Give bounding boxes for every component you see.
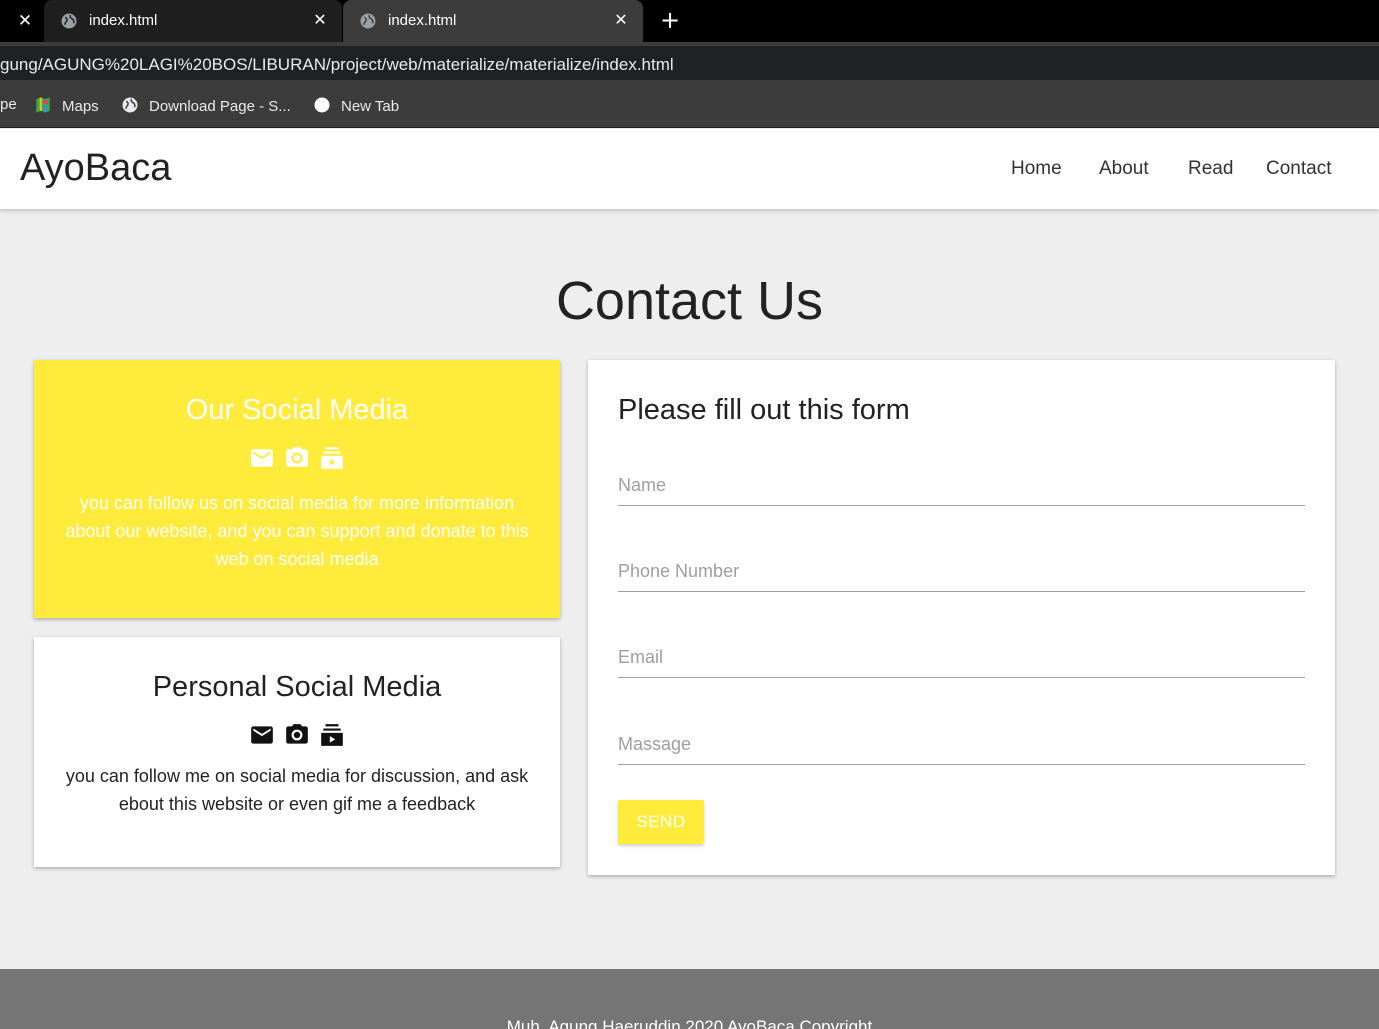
browser-tab[interactable]: index.html ✕ (44, 0, 342, 42)
name-field[interactable] (618, 466, 1305, 506)
url-text: gung/AGUNG%20LAGI%20BOS/LIBURAN/project/… (0, 55, 674, 74)
bookmark-item[interactable]: pe (0, 96, 17, 113)
card-title: Personal Social Media (152, 671, 442, 703)
globe-icon (360, 13, 376, 29)
nav-link-about[interactable]: About (1099, 158, 1149, 180)
brand-logo[interactable]: AyoBaca (20, 147, 171, 190)
send-button[interactable]: SEND (618, 800, 704, 844)
bookmark-label: New Tab (341, 98, 400, 115)
message-field[interactable] (618, 725, 1305, 765)
contact-form-card: Please fill out this form SEND (588, 360, 1335, 875)
maps-icon (36, 97, 50, 113)
card-title: Our Social Media (185, 394, 409, 426)
nav-link-home[interactable]: Home (1011, 158, 1062, 180)
social-media-card: Our Social Media you can follow us on so… (34, 360, 560, 618)
card-text: you can follow us on social media for mo… (65, 493, 529, 569)
tab-title: index.html (89, 12, 158, 29)
globe-icon (122, 97, 138, 113)
card-text: you can follow me on social media for di… (65, 766, 529, 814)
close-icon[interactable]: ✕ (308, 8, 332, 32)
camera-icon[interactable] (284, 445, 310, 471)
bookmarks-bar: pe Maps Download Page - S... New Tab (0, 82, 1379, 128)
footer-text: Muh. Agung Haeruddin 2020 AyoBaca Copyri… (506, 1017, 873, 1029)
mail-icon[interactable] (249, 445, 275, 471)
youtube-subscriptions-icon[interactable] (319, 445, 345, 471)
browser-tab-bar: ✕ index.html ✕ index.html ✕ + (0, 0, 1379, 42)
camera-icon[interactable] (284, 722, 310, 748)
bookmark-download-page[interactable]: Download Page - S... (121, 96, 291, 115)
phone-number-field[interactable] (618, 552, 1305, 592)
youtube-subscriptions-icon[interactable] (319, 722, 345, 748)
site-navbar: AyoBaca Home About Read Contact (0, 129, 1379, 209)
url-field[interactable]: gung/AGUNG%20LAGI%20BOS/LIBURAN/project/… (0, 46, 1379, 80)
browser-tab-active[interactable]: index.html ✕ (343, 0, 643, 42)
new-tab-plus-icon[interactable]: + (656, 6, 684, 34)
globe-icon (61, 13, 77, 29)
bookmark-new-tab[interactable]: New Tab (313, 96, 399, 115)
bookmark-label: Maps (62, 98, 99, 115)
tab-title: index.html (388, 12, 457, 29)
nav-link-read[interactable]: Read (1188, 158, 1233, 180)
form-title: Please fill out this form (618, 394, 910, 426)
bookmark-maps[interactable]: Maps (34, 96, 99, 115)
bookmark-label: Download Page - S... (149, 98, 291, 115)
bookmark-label: pe (0, 96, 17, 113)
close-icon[interactable]: ✕ (609, 8, 633, 32)
email-field[interactable] (618, 638, 1305, 678)
page-title: Contact Us (555, 271, 824, 331)
social-icons (34, 445, 560, 471)
personal-social-media-card: Personal Social Media you can follow me … (34, 637, 560, 867)
circle-icon (314, 97, 330, 113)
social-icons (34, 722, 560, 748)
address-bar: gung/AGUNG%20LAGI%20BOS/LIBURAN/project/… (0, 42, 1379, 82)
close-icon[interactable]: ✕ (12, 8, 38, 34)
nav-link-contact[interactable]: Contact (1266, 158, 1331, 180)
mail-icon[interactable] (249, 722, 275, 748)
footer: Muh. Agung Haeruddin 2020 AyoBaca Copyri… (0, 969, 1379, 1029)
